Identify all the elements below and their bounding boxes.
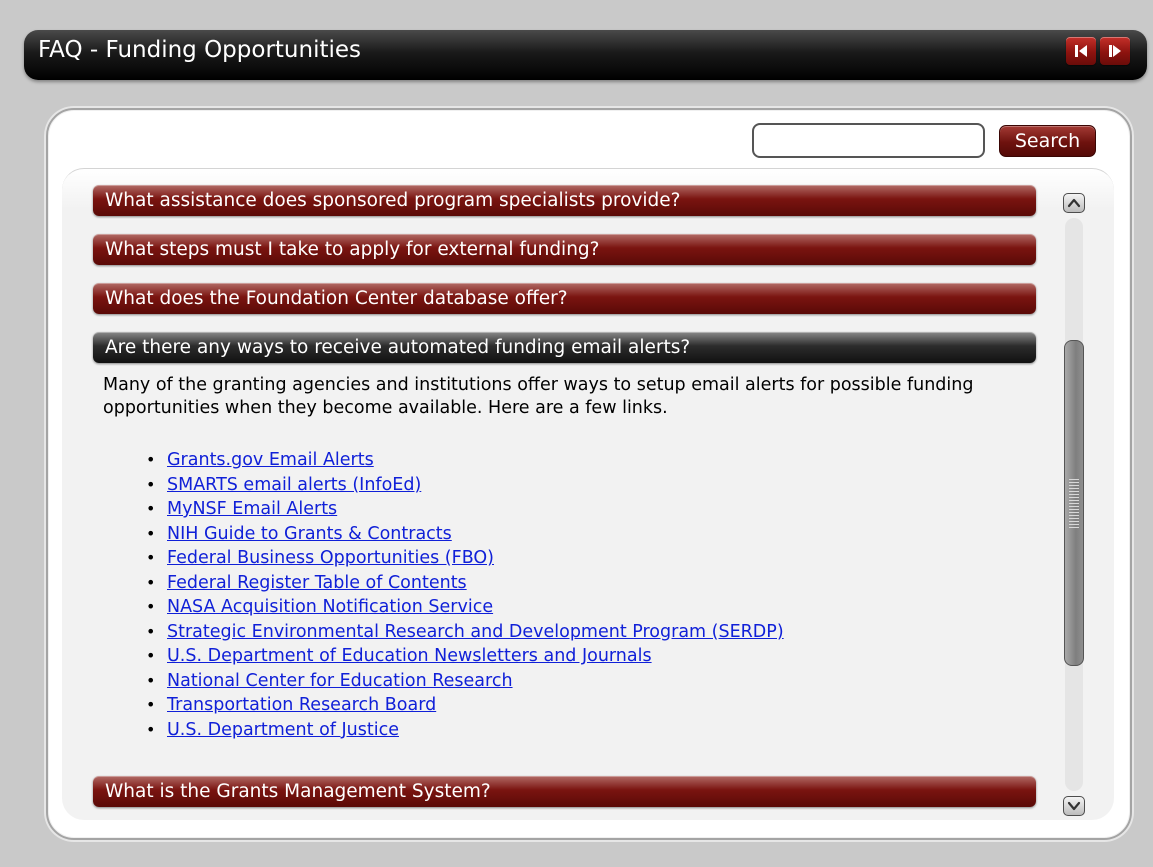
previous-button[interactable] xyxy=(1066,37,1096,65)
funding-alert-links: • Grants.gov Email Alerts • SMARTS email a… xyxy=(146,448,784,742)
list-item: • Transportation Research Board xyxy=(146,695,437,715)
link-federal-register[interactable]: Federal Register Table of Contents xyxy=(167,573,467,593)
list-item: • Grants.gov Email Alerts xyxy=(146,450,374,470)
list-item: • Federal Register Table of Contents xyxy=(146,572,467,593)
list-item: • Strategic Environmental Research and De… xyxy=(146,621,784,642)
link-ncer[interactable]: National Center for Education Research xyxy=(167,671,513,691)
faq-question-foundation-center-database[interactable]: What does the Foundation Center database… xyxy=(93,283,1036,314)
list-item: • NIH Guide to Grants & Contracts xyxy=(146,523,452,544)
next-button[interactable] xyxy=(1100,37,1130,65)
link-transportation-research-board[interactable]: Transportation Research Board xyxy=(167,695,436,715)
previous-icon xyxy=(1075,45,1087,57)
search-button[interactable]: Search xyxy=(999,125,1096,157)
list-item: • Federal Business Opportunities (FBO) xyxy=(146,548,494,568)
page-title: FAQ - Funding Opportunities xyxy=(38,37,362,63)
link-fbo[interactable]: Federal Business Opportunities (FBO) xyxy=(167,548,494,568)
link-mynsf-email-alerts[interactable]: MyNSF Email Alerts xyxy=(167,499,337,519)
next-icon xyxy=(1109,45,1121,57)
link-smarts-email-alerts[interactable]: SMARTS email alerts (InfoEd) xyxy=(167,475,421,495)
title-bar: FAQ - Funding Opportunities xyxy=(24,30,1147,80)
list-item: • NASA Acquisition Notification Service xyxy=(146,597,494,617)
list-item: • U.S. Department of Justice xyxy=(146,719,399,740)
scroll-down-button[interactable] xyxy=(1063,796,1085,816)
link-nasa-acquisition[interactable]: NASA Acquisition Notification Service xyxy=(167,597,493,617)
chevron-down-icon xyxy=(1067,801,1081,811)
faq-question-email-alerts[interactable]: Are there any ways to receive automated … xyxy=(93,332,1036,363)
link-us-dept-justice[interactable]: U.S. Department of Justice xyxy=(167,720,399,740)
list-item: • National Center for Education Research xyxy=(146,670,513,691)
list-item: • MyNSF Email Alerts xyxy=(146,499,338,519)
faq-question-sponsored-program-specialists[interactable]: What assistance does sponsored program s… xyxy=(93,185,1036,216)
list-item: • U.S. Department of Education Newsletter… xyxy=(146,646,652,666)
faq-answer-text: Many of the granting agencies and instit… xyxy=(103,375,974,418)
link-serdp[interactable]: Strategic Environmental Research and Dev… xyxy=(167,622,784,642)
chevron-up-icon xyxy=(1067,198,1081,208)
faq-question-grants-management-system[interactable]: What is the Grants Management System? xyxy=(93,776,1036,807)
link-us-dept-education[interactable]: U.S. Department of Education Newsletters… xyxy=(167,646,652,666)
faq-question-apply-external-funding[interactable]: What steps must I take to apply for exte… xyxy=(93,234,1036,265)
search-input[interactable] xyxy=(752,123,985,158)
grip-icon xyxy=(1069,479,1079,529)
link-nih-guide[interactable]: NIH Guide to Grants & Contracts xyxy=(167,524,452,544)
link-grants-gov-email-alerts[interactable]: Grants.gov Email Alerts xyxy=(167,450,374,470)
scrollbar-thumb[interactable] xyxy=(1064,340,1084,666)
list-item: • SMARTS email alerts (InfoEd) xyxy=(146,474,422,495)
scroll-up-button[interactable] xyxy=(1063,193,1085,213)
